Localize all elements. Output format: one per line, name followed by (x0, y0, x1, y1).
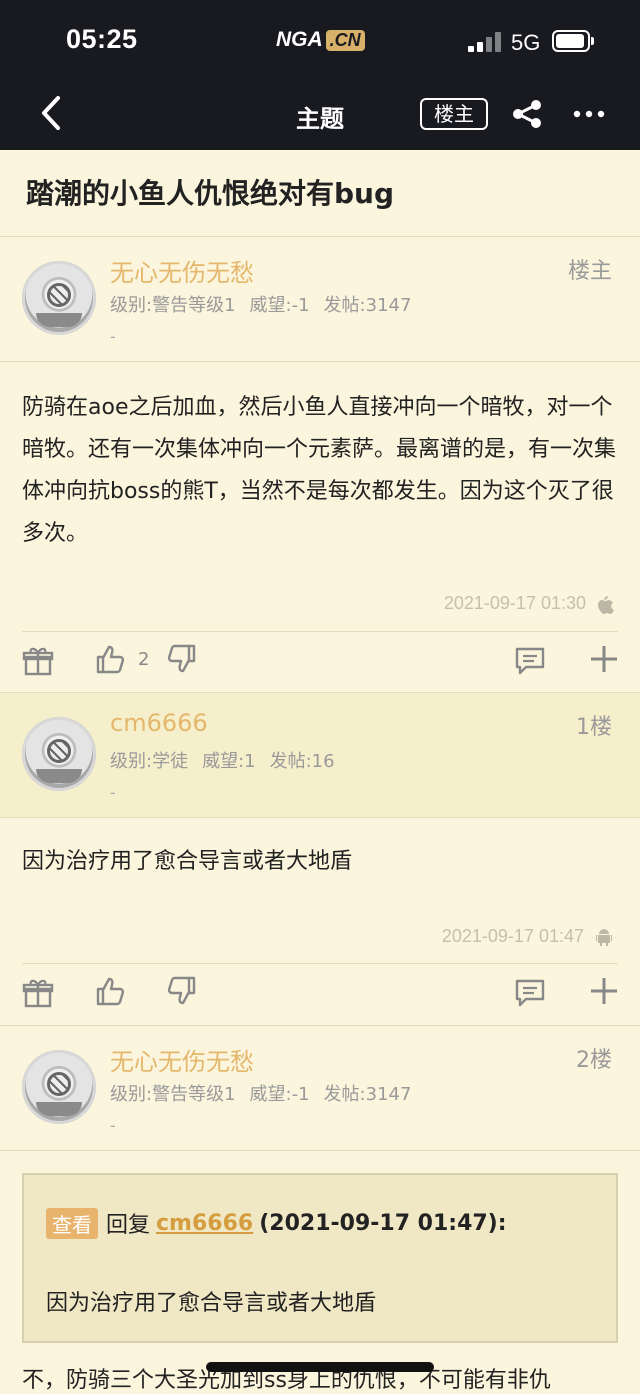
quote-text: 因为治疗用了愈合导言或者大地盾 (46, 1291, 377, 1316)
user-reputation: 威望:1 (202, 751, 256, 772)
post-timestamp: 2021-09-17 01:30 (444, 593, 614, 614)
share-icon[interactable] (510, 98, 544, 130)
signal-icon (468, 32, 502, 52)
username[interactable]: 无心无伤无愁 (110, 1042, 254, 1077)
logo-badge: .CN (325, 29, 365, 51)
like-icon[interactable] (94, 975, 126, 1007)
user-post-count: 发帖:16 (269, 751, 335, 772)
more-icon[interactable] (572, 104, 606, 124)
user-reputation: 威望:-1 (249, 1084, 310, 1105)
home-indicator[interactable] (206, 1362, 434, 1372)
apple-icon (598, 595, 614, 614)
plus-icon[interactable] (588, 643, 620, 675)
like-count: 2 (138, 649, 150, 670)
nav-title: 主题 (296, 105, 344, 133)
owner-only-button[interactable]: 楼主 (420, 98, 488, 130)
android-icon (596, 928, 612, 946)
comment-icon[interactable] (514, 977, 546, 1009)
post-1: cm6666 1楼 级别:学徒 威望:1 发帖:16 - 因为治疗用了愈合导言或者大… (0, 693, 640, 1025)
reply-prefix: 回复 (106, 1213, 151, 1238)
logo-main: NGA (276, 28, 323, 51)
user-level: 级别:警告等级1 (110, 1084, 236, 1105)
plus-icon[interactable] (588, 975, 620, 1007)
user-post-count: 发帖:3147 (323, 295, 412, 316)
divider (0, 361, 640, 362)
post-content: 防骑在aoe之后加血，然后小鱼人直接冲向一个暗牧，对一个暗牧。还有一次集体冲向一… (22, 395, 617, 546)
user-level: 级别:警告等级1 (110, 295, 236, 316)
gift-icon[interactable] (22, 645, 54, 677)
dislike-icon[interactable] (166, 643, 198, 675)
like-icon[interactable] (94, 643, 126, 675)
status-time: 05:25 (66, 24, 138, 54)
gift-icon[interactable] (22, 977, 54, 1009)
signature: - (110, 783, 116, 802)
post-timestamp: 2021-09-17 01:47 (442, 926, 614, 947)
avatar[interactable] (22, 1050, 96, 1124)
post-op: 无心无伤无愁 楼主 级别:警告等级1 威望:-1 发帖:3147 - 防骑在aoe之… (0, 237, 640, 691)
user-meta: 级别:学徒 威望:1 发帖:16 (110, 747, 349, 773)
post-actions (0, 963, 640, 1023)
user-post-count: 发帖:3147 (323, 1084, 412, 1105)
view-quote-button[interactable]: 查看 (46, 1207, 98, 1239)
quote-block: 查看 回复 cm6666 (2021-09-17 01:47): 因为治疗用了愈… (22, 1173, 618, 1343)
timestamp-text: 2021-09-17 01:30 (443, 593, 586, 613)
reply-user-link[interactable]: cm6666 (156, 1211, 253, 1236)
quote-header: 查看 回复 cm6666 (2021-09-17 01:47): (46, 1207, 507, 1239)
avatar[interactable] (22, 717, 96, 791)
comment-icon[interactable] (514, 645, 546, 677)
user-meta: 级别:警告等级1 威望:-1 发帖:3147 (110, 1080, 425, 1106)
thread-title: 踏潮的小鱼人仇恨绝对有bug (26, 177, 395, 210)
top-bar: 05:25 NGA .CN 5G 主题 楼主 (0, 0, 640, 150)
divider (0, 817, 640, 818)
avatar[interactable] (22, 261, 96, 335)
post-content: 因为治疗用了愈合导言或者大地盾 (22, 849, 353, 874)
nga-logo: NGA .CN (276, 27, 365, 53)
battery-icon (552, 30, 594, 52)
signature: - (110, 1116, 116, 1135)
timestamp-text: 2021-09-17 01:47 (441, 926, 584, 946)
floor-label: 楼主 (567, 259, 612, 284)
post-actions: 2 (0, 631, 640, 691)
user-reputation: 威望:-1 (249, 295, 310, 316)
divider (0, 1150, 640, 1151)
network-label: 5G (511, 30, 541, 55)
username[interactable]: cm6666 (110, 709, 208, 737)
signature: - (110, 327, 116, 346)
user-meta: 级别:警告等级1 威望:-1 发帖:3147 (110, 291, 425, 317)
reply-time: (2021-09-17 01:47): (259, 1210, 507, 1236)
floor-label: 2楼 (576, 1048, 612, 1073)
floor-label: 1楼 (576, 715, 612, 740)
user-level: 级别:学徒 (110, 751, 189, 772)
username[interactable]: 无心无伤无愁 (110, 253, 254, 288)
dislike-icon[interactable] (166, 975, 198, 1007)
